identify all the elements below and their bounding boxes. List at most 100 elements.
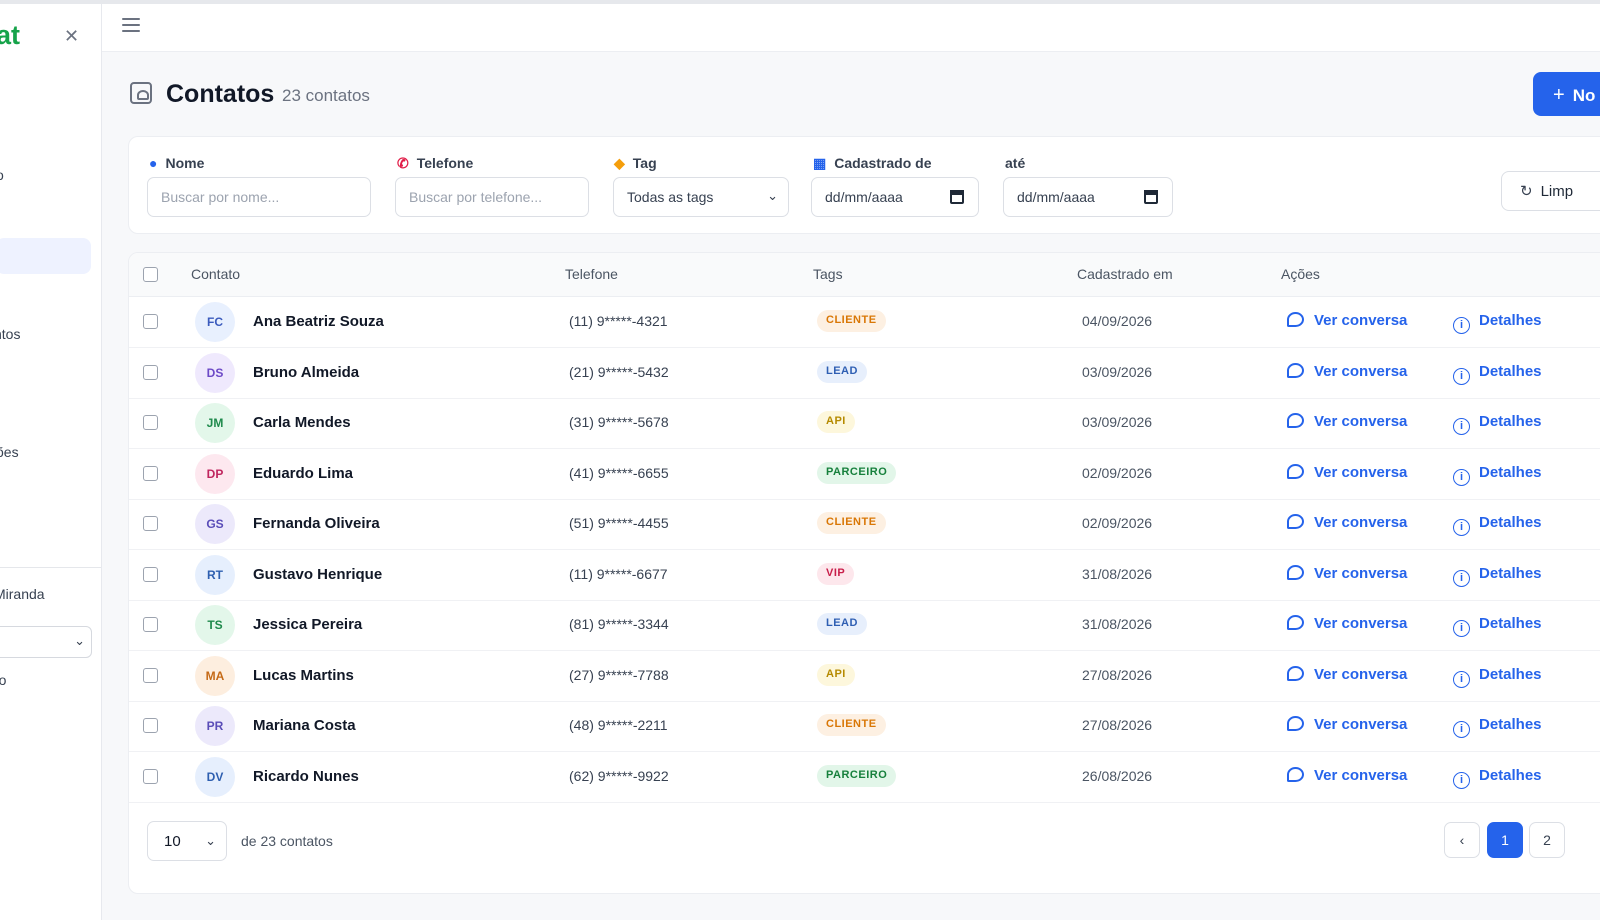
row-checkbox[interactable]	[143, 566, 158, 582]
tag-icon: ◆	[614, 155, 625, 171]
page-1-button[interactable]: 1	[1487, 822, 1523, 858]
created-date: 31/08/2026	[1082, 616, 1153, 632]
tag-badge: VIP	[817, 562, 855, 585]
user-name: Miranda	[0, 586, 45, 602]
row-checkbox[interactable]	[143, 465, 158, 481]
table-row[interactable]: TS Jessica Pereira (81) 9*****-3344 LEAD 31/…	[129, 600, 1600, 651]
view-chat-link[interactable]: Ver conversa	[1287, 716, 1407, 733]
tag-filter-label: ◆ Tag	[614, 155, 657, 172]
contact-name[interactable]: Mariana Costa	[253, 717, 356, 734]
calendar-icon[interactable]	[950, 190, 964, 204]
details-link[interactable]: i Detalhes	[1453, 716, 1542, 738]
close-icon[interactable]: ✕	[64, 26, 79, 47]
row-checkbox[interactable]	[143, 617, 158, 632]
sidebar-item-footer[interactable]: ro	[0, 672, 6, 688]
phone-search-input[interactable]: Buscar por telefone...	[395, 177, 589, 217]
info-icon: i	[1453, 519, 1470, 536]
details-link[interactable]: i Detalhes	[1453, 363, 1542, 385]
chat-icon	[1287, 463, 1304, 479]
contact-name[interactable]: Ana Beatriz Souza	[253, 313, 384, 330]
row-checkbox[interactable]	[143, 768, 158, 784]
view-chat-link[interactable]: Ver conversa	[1287, 665, 1407, 683]
avatar: JM	[195, 403, 235, 443]
table-row[interactable]: GS Fernanda Oliveira (51) 9*****-4455 CLIEN…	[129, 499, 1600, 550]
avatar: PR	[195, 706, 235, 746]
details-label: Detalhes	[1479, 362, 1542, 380]
contact-phone: (41) 9*****-6655	[569, 464, 669, 481]
table-row[interactable]: PR Mariana Costa (48) 9*****-2211 CLIENTE 27…	[129, 701, 1600, 752]
clear-filters-button[interactable]: ↻ Limp	[1501, 171, 1600, 211]
date-to-label: até	[1005, 155, 1026, 171]
contact-name[interactable]: Jessica Pereira	[253, 616, 362, 633]
row-checkbox[interactable]	[143, 415, 158, 430]
view-chat-link[interactable]: Ver conversa	[1287, 413, 1407, 430]
date-from-value: dd/mm/aaaa	[825, 189, 903, 205]
contact-name[interactable]: Lucas Martins	[253, 667, 354, 684]
account-select[interactable]: ⌄	[0, 626, 92, 658]
contact-name[interactable]: Gustavo Henrique	[253, 566, 382, 583]
info-icon: i	[1453, 468, 1470, 486]
menu-icon[interactable]	[122, 18, 140, 36]
name-search-input[interactable]: Buscar por nome...	[147, 177, 371, 217]
page-size-select[interactable]: 10 ⌄	[147, 821, 227, 861]
table-row[interactable]: JM Carla Mendes (31) 9*****-5678 API 03/09/2…	[129, 398, 1600, 449]
view-chat-link[interactable]: Ver conversa	[1287, 463, 1407, 481]
tag-badge: LEAD	[817, 613, 867, 635]
calendar-icon[interactable]	[1144, 190, 1158, 204]
date-to-input[interactable]: dd/mm/aaaa	[1003, 177, 1173, 217]
table-row[interactable]: DP Eduardo Lima (41) 9*****-6655 PARCEIRO 02…	[129, 449, 1600, 500]
row-checkbox[interactable]	[143, 718, 158, 733]
column-contato[interactable]: Contato	[191, 266, 240, 282]
column-cadastrado[interactable]: Cadastrado em	[1077, 266, 1173, 282]
contacts-count: 23 contatos	[282, 86, 370, 105]
view-chat-link[interactable]: Ver conversa	[1287, 564, 1407, 582]
column-tags[interactable]: Tags	[813, 266, 843, 282]
view-chat-link[interactable]: Ver conversa	[1287, 362, 1407, 380]
prev-page-button[interactable]: ‹	[1444, 822, 1480, 858]
phone-label-text: Telefone	[416, 155, 474, 171]
filters-card: ● Nome Buscar por nome... ✆ Telefone Busca…	[128, 136, 1600, 234]
contact-name[interactable]: Fernanda Oliveira	[253, 515, 380, 532]
row-checkbox[interactable]	[143, 314, 158, 329]
table-row[interactable]: DV Ricardo Nunes (62) 9*****-9922 PARCEIRO 2…	[129, 752, 1600, 803]
table-row[interactable]: FC Ana Beatriz Souza (11) 9*****-4321 CLIEN…	[129, 297, 1600, 348]
avatar: FC	[195, 302, 235, 342]
table-row[interactable]: MA Lucas Martins (27) 9*****-7788 API 27/08/…	[129, 651, 1600, 702]
contact-name[interactable]: Eduardo Lima	[253, 465, 353, 482]
sidebar-item-contatos[interactable]: ntos	[0, 326, 20, 342]
info-icon: i	[1453, 771, 1470, 789]
row-checkbox[interactable]	[143, 516, 158, 531]
page-2-button[interactable]: 2	[1529, 822, 1565, 858]
tag-select[interactable]: Todas as tags ⌄	[613, 177, 789, 217]
details-link[interactable]: i Detalhes	[1453, 464, 1542, 486]
avatar: MA	[195, 655, 235, 696]
contact-name[interactable]: Carla Mendes	[253, 414, 351, 431]
column-telefone[interactable]: Telefone	[565, 266, 618, 282]
details-link[interactable]: i Detalhes	[1453, 767, 1542, 789]
view-chat-link[interactable]: Ver conversa	[1287, 312, 1407, 329]
sidebar-item-1[interactable]: o	[0, 167, 4, 183]
view-chat-link[interactable]: Ver conversa	[1287, 615, 1407, 632]
table-row[interactable]: DS Bruno Almeida (21) 9*****-5432 LEAD 03/09…	[129, 348, 1600, 399]
new-contact-button[interactable]: + No	[1533, 72, 1600, 116]
date-from-input[interactable]: dd/mm/aaaa	[811, 177, 979, 217]
sidebar-item-active[interactable]	[0, 238, 91, 274]
details-link[interactable]: i Detalhes	[1453, 565, 1542, 587]
view-chat-link[interactable]: Ver conversa	[1287, 766, 1407, 784]
details-label: Detalhes	[1479, 716, 1542, 733]
details-link[interactable]: i Detalhes	[1453, 615, 1542, 637]
view-chat-link[interactable]: Ver conversa	[1287, 514, 1407, 531]
row-checkbox[interactable]	[143, 364, 158, 380]
avatar: DP	[195, 453, 235, 494]
contact-name[interactable]: Bruno Almeida	[253, 364, 359, 381]
details-link[interactable]: i Detalhes	[1453, 514, 1542, 536]
table-row[interactable]: RT Gustavo Henrique (11) 9*****-6677 VIP 31/…	[129, 550, 1600, 601]
details-link[interactable]: i Detalhes	[1453, 666, 1542, 688]
brand-logo[interactable]: at	[0, 20, 20, 51]
contact-name[interactable]: Ricardo Nunes	[253, 768, 359, 785]
row-checkbox[interactable]	[143, 667, 158, 683]
details-link[interactable]: i Detalhes	[1453, 312, 1542, 334]
details-link[interactable]: i Detalhes	[1453, 413, 1542, 435]
select-all-checkbox[interactable]	[143, 267, 158, 282]
sidebar-item-3[interactable]: ões	[0, 444, 19, 460]
